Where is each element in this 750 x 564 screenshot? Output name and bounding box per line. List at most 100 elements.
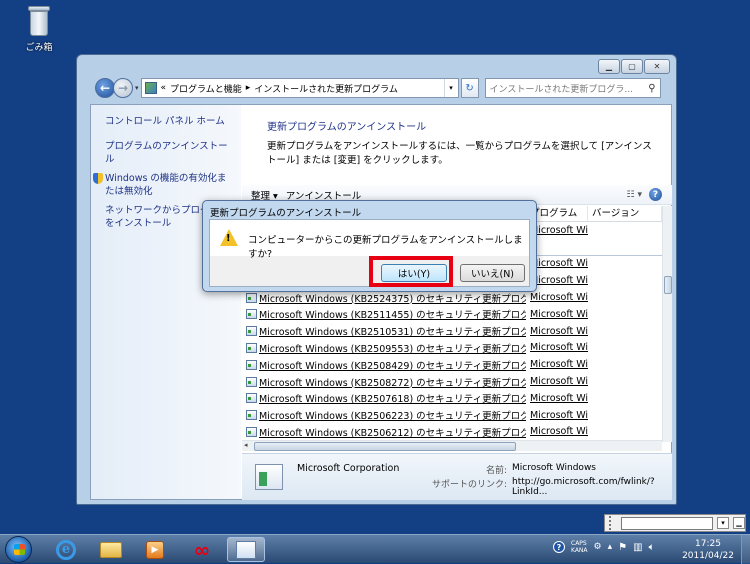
taskbar-app-infinity[interactable]: ∞ — [183, 537, 221, 562]
details-pane: Microsoft Corporation 名前: Microsoft Wind… — [242, 453, 672, 500]
ime-tools-icon[interactable]: ⚙ — [594, 542, 602, 552]
update-name: Microsoft Windows (KB2507618) のセキュリティ更新プ… — [259, 394, 526, 406]
clock-date: 2011/04/22 — [682, 551, 734, 561]
horizontal-scroll-thumb[interactable] — [254, 442, 516, 451]
update-icon — [246, 393, 257, 404]
ime-status[interactable]: CAPS KANA — [571, 540, 588, 554]
link-control-panel-home[interactable]: コントロール パネル ホーム — [105, 115, 225, 128]
vertical-scrollbar[interactable] — [662, 206, 672, 442]
recycle-bin-label: ごみ箱 — [25, 43, 53, 53]
update-icon — [246, 342, 257, 353]
breadcrumb-installed-updates[interactable]: インストールされた更新プログラム — [254, 82, 398, 95]
update-name: Microsoft Windows (KB2508429) のセキュリティ更新プ… — [259, 360, 526, 372]
no-button[interactable]: いいえ(N) — [460, 264, 525, 282]
vertical-scroll-thumb[interactable] — [664, 276, 672, 294]
list-item[interactable]: Microsoft Windows (KB2507618) のセキュリティ更新プ… — [242, 390, 662, 407]
update-icon — [246, 359, 257, 370]
update-name: Microsoft Windows (KB2508272) のセキュリティ更新プ… — [259, 377, 526, 389]
address-bar[interactable]: « プログラムと機能 ▸ インストールされた更新プログラム ▾ — [140, 78, 459, 98]
program-cell: Microsoft Windows — [530, 426, 588, 438]
recycle-bin-icon — [26, 4, 52, 38]
network-icon[interactable]: ▥ — [633, 542, 642, 553]
recent-pages-dropdown[interactable]: ▾ — [135, 84, 139, 92]
program-cell: Microsoft Windows — [530, 258, 588, 270]
program-cell: Microsoft Windows — [530, 392, 588, 404]
program-cell: Microsoft Windows — [530, 409, 588, 421]
recycle-bin[interactable]: ごみ箱 — [18, 4, 60, 53]
update-icon — [246, 309, 257, 320]
language-bar-minimize-icon[interactable]: ▁ — [733, 517, 745, 529]
back-button[interactable]: ← — [95, 78, 115, 98]
show-desktop-button[interactable] — [741, 535, 750, 564]
link-windows-features[interactable]: Windows の機能の有効化または無効化 — [93, 172, 233, 198]
ime-help-icon[interactable]: ? — [553, 541, 565, 553]
link-uninstall-program[interactable]: プログラムのアンインストール — [105, 140, 230, 166]
list-item[interactable]: Microsoft Windows (KB2510531) のセキュリティ更新プ… — [242, 323, 662, 340]
action-center-flag-icon[interactable]: ⚑ — [618, 542, 627, 553]
list-item[interactable]: Microsoft Windows (KB2506212) のセキュリティ更新プ… — [242, 424, 662, 438]
update-name: Microsoft Windows (KB2524375) のセキュリティ更新プ… — [259, 293, 526, 305]
forward-button[interactable]: → — [113, 78, 133, 98]
program-cell: Microsoft Windows — [530, 308, 588, 320]
page-description: 更新プログラムをアンインストールするには、一覧からプログラムを選択して [アンイ… — [267, 141, 652, 166]
update-icon — [246, 376, 257, 387]
start-button[interactable] — [5, 536, 32, 563]
update-name: Microsoft Windows (KB2509553) のセキュリティ更新プ… — [259, 343, 526, 355]
breadcrumb-programs-and-features[interactable]: プログラムと機能 — [170, 82, 242, 95]
maximize-button[interactable]: ▢ — [621, 59, 643, 74]
clock[interactable]: 17:25 2011/04/22 — [680, 538, 736, 562]
update-icon — [246, 326, 257, 337]
breadcrumb-separator[interactable]: ▸ — [246, 83, 251, 93]
update-name: Microsoft Windows (KB2511455) のセキュリティ更新プ… — [259, 310, 526, 322]
language-bar-options-icon[interactable]: ▾ — [717, 517, 729, 529]
yes-button-highlight — [369, 256, 453, 287]
update-name: Microsoft Windows (KB2510531) のセキュリティ更新プ… — [259, 327, 526, 339]
media-player-icon: ▶ — [146, 540, 164, 559]
close-button[interactable]: ✕ — [644, 59, 670, 74]
caps-indicator: CAPS — [571, 540, 587, 547]
taskbar-control-panel[interactable] — [227, 537, 265, 562]
language-bar-grip[interactable] — [609, 516, 617, 530]
task-pane: コントロール パネル ホーム プログラムのアンインストール Windows の機… — [91, 105, 241, 499]
internet-explorer-icon: e — [56, 539, 76, 560]
list-item[interactable]: Microsoft Windows (KB2506223) のセキュリティ更新プ… — [242, 407, 662, 424]
notification-area: ? CAPS KANA ⚙ ▴ ⚑ ▥ 🔈︎ — [553, 540, 655, 554]
help-icon[interactable]: ? — [649, 188, 662, 201]
language-bar: ▾ ▁ — [604, 514, 746, 532]
program-cell: Microsoft Windows — [530, 224, 588, 236]
details-company: Microsoft Corporation — [297, 463, 400, 474]
views-button[interactable]: ☷ ▾ — [627, 190, 642, 200]
list-item[interactable]: Microsoft Windows (KB2509553) のセキュリティ更新プ… — [242, 340, 662, 357]
program-cell: Microsoft Windows — [530, 359, 588, 371]
warning-mark: ! — [226, 233, 231, 244]
refresh-icon[interactable]: ↻ — [460, 78, 479, 98]
horizontal-scrollbar[interactable]: ◂ — [242, 440, 662, 451]
list-item[interactable]: Microsoft Windows (KB2508272) のセキュリティ更新プ… — [242, 373, 662, 390]
taskbar-media-player[interactable]: ▶ — [136, 537, 174, 562]
show-hidden-icons-icon[interactable]: ▴ — [608, 542, 613, 552]
minimize-button[interactable]: ▁ — [598, 59, 620, 74]
search-icon[interactable]: ⚲ — [648, 83, 655, 94]
details-support-value[interactable]: http://go.microsoft.com/fwlink/?LinkId..… — [512, 477, 672, 497]
program-icon — [255, 464, 283, 490]
update-icon — [246, 292, 257, 303]
volume-icon[interactable]: 🔈︎ — [649, 542, 655, 553]
dialog-message-area: ! コンピューターからこの更新プログラムをアンインストールしますか? — [210, 220, 529, 260]
address-dropdown-icon[interactable]: ▾ — [443, 79, 458, 97]
update-name: Microsoft Windows (KB2506212) のセキュリティ更新プ… — [259, 427, 526, 438]
list-item[interactable]: Microsoft Windows (KB2511455) のセキュリティ更新プ… — [242, 306, 662, 323]
program-cell: Microsoft Windows — [530, 376, 588, 388]
column-header-version[interactable]: バージョン — [588, 206, 662, 221]
taskbar-internet-explorer[interactable]: e — [47, 537, 85, 562]
ime-mode-box[interactable] — [621, 516, 713, 530]
search-input[interactable]: インストールされた更新プログラ... ⚲ — [484, 78, 661, 98]
taskbar-explorer[interactable] — [92, 537, 130, 562]
search-placeholder: インストールされた更新プログラ... — [489, 84, 633, 95]
scroll-left-icon[interactable]: ◂ — [244, 441, 248, 449]
folder-icon — [100, 541, 122, 558]
address-chevron[interactable]: « — [161, 83, 167, 93]
list-item[interactable]: Microsoft Windows (KB2508429) のセキュリティ更新プ… — [242, 356, 662, 373]
program-cell: Microsoft Windows — [530, 275, 588, 287]
program-cell: Microsoft Windows — [530, 342, 588, 354]
update-icon — [246, 410, 257, 421]
